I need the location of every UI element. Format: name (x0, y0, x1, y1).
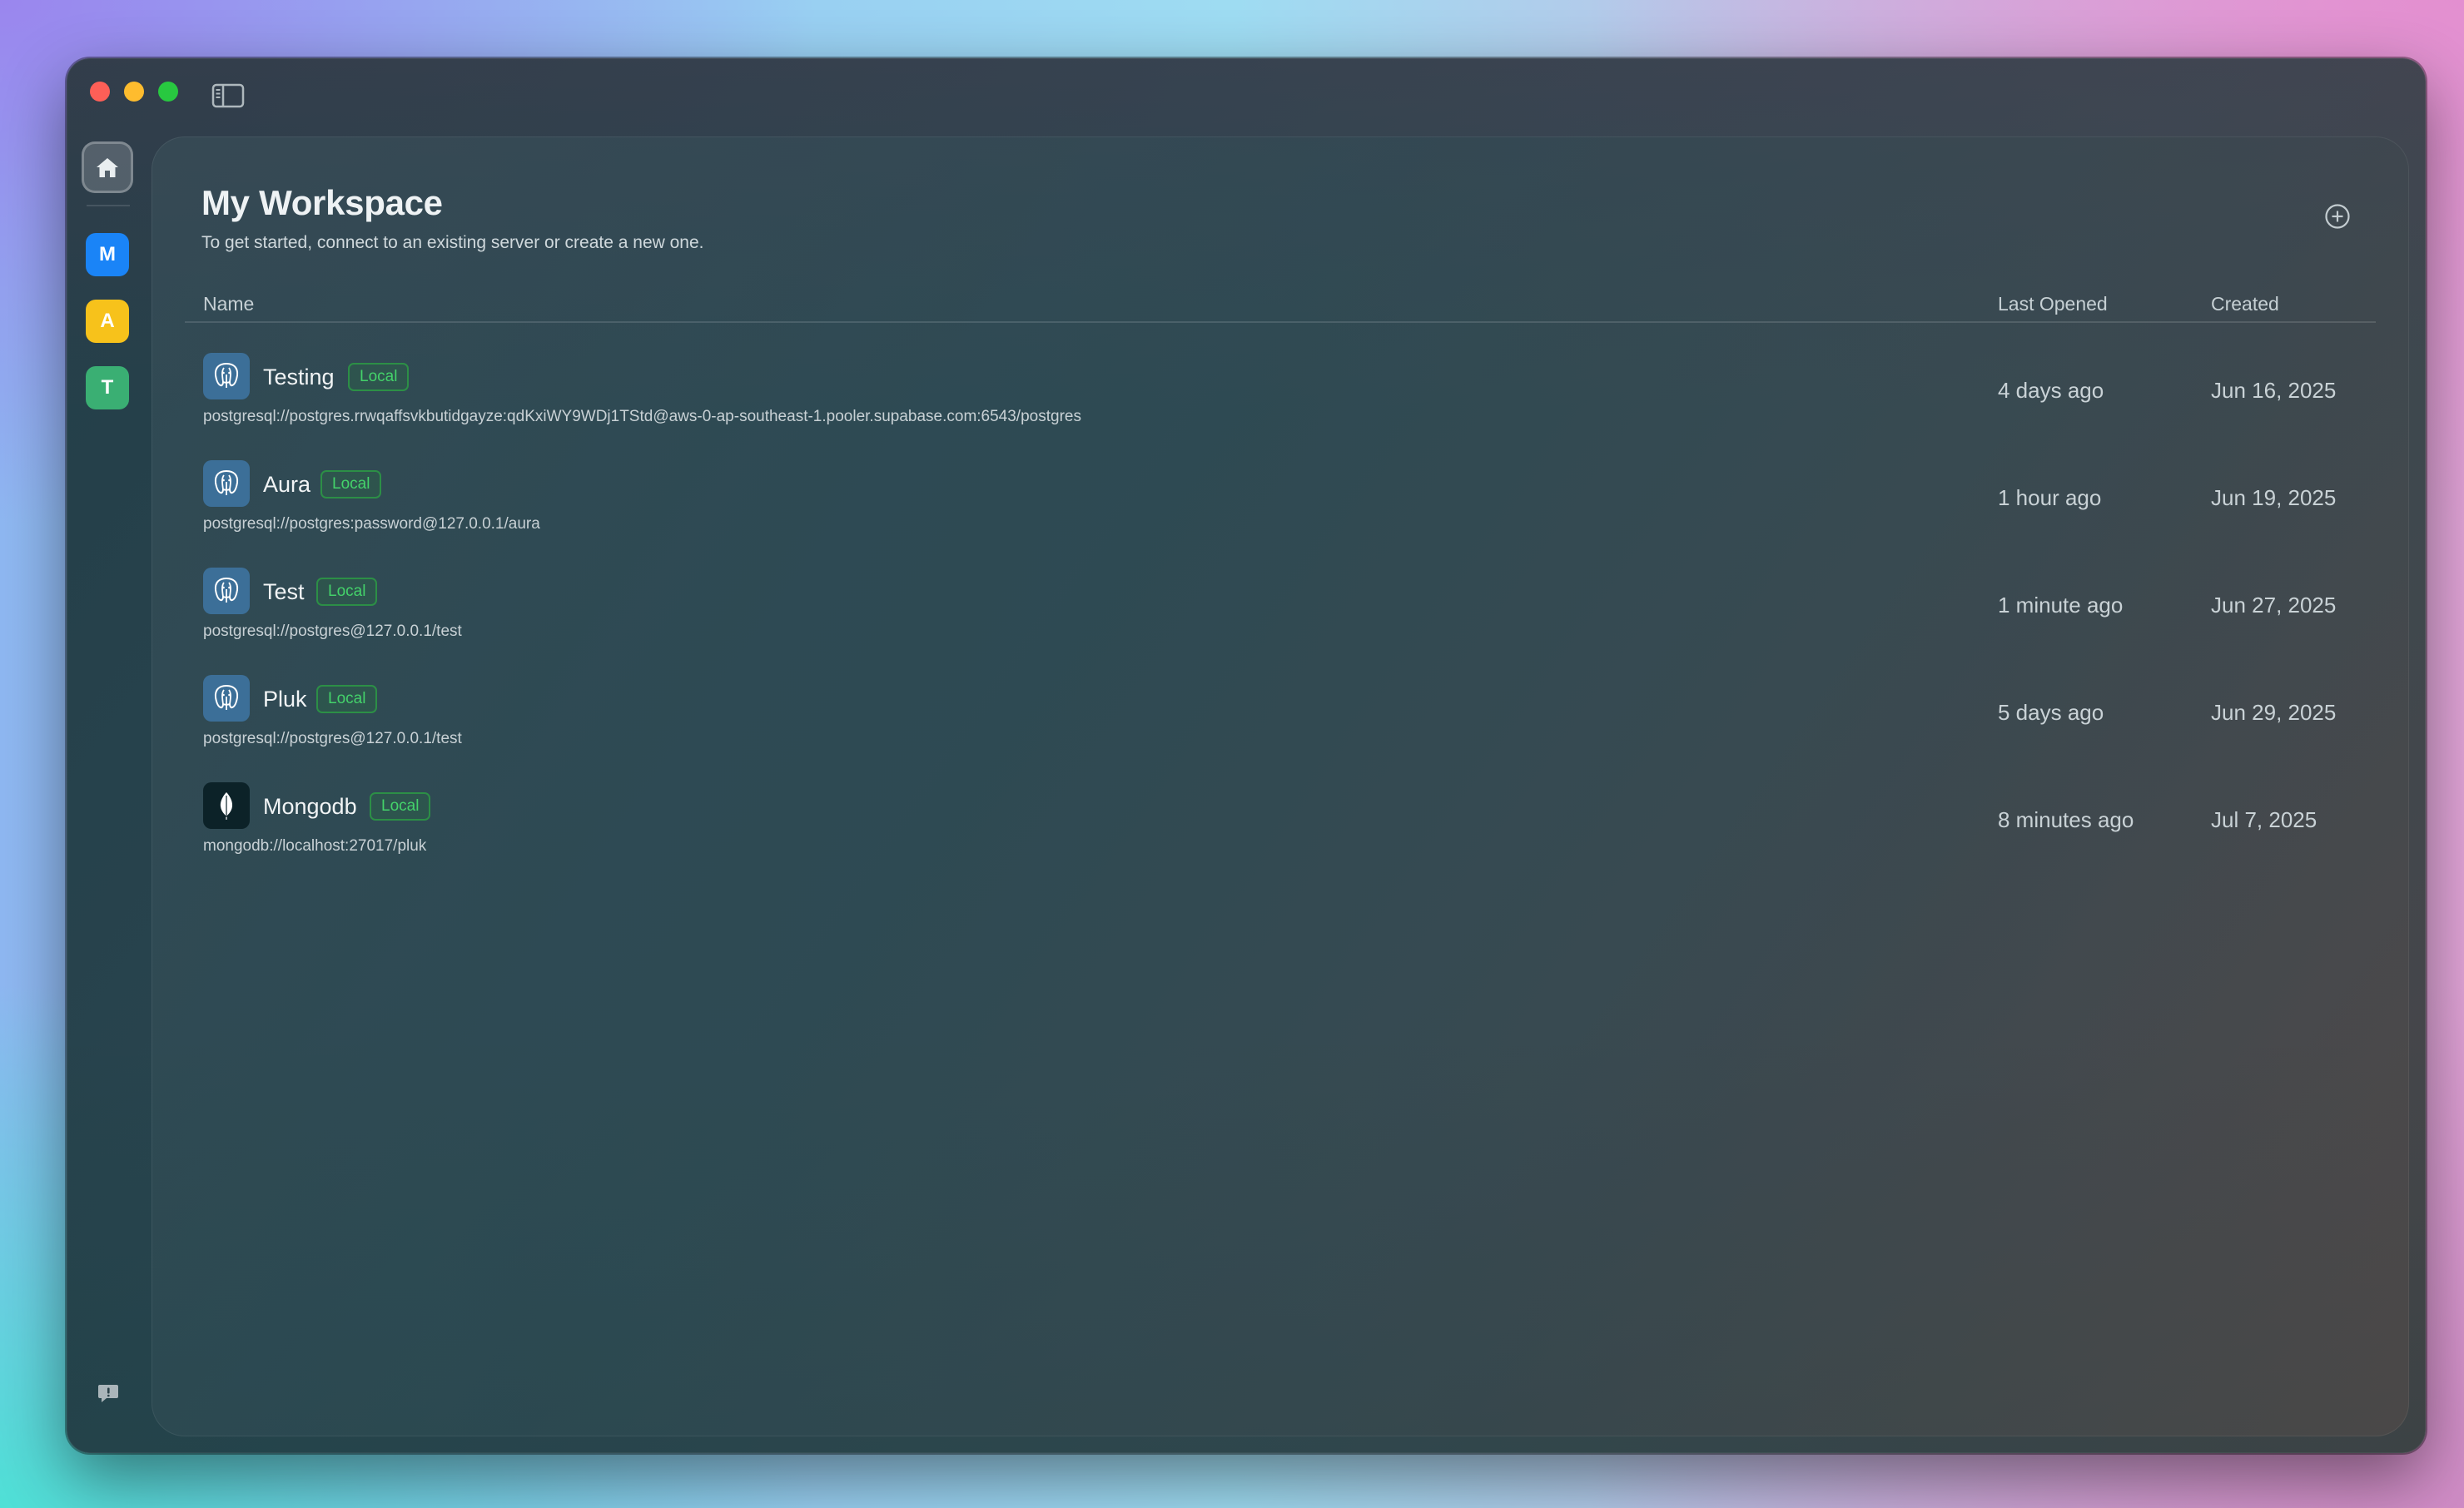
connection-url: mongodb://localhost:27017/pluk (203, 837, 427, 855)
connection-row-mongodb[interactable]: Mongodb Local mongodb://localhost:27017/… (185, 782, 2376, 890)
last-opened-value: 8 minutes ago (1998, 807, 2134, 832)
add-connection-button[interactable] (2324, 203, 2351, 230)
maximize-window-button[interactable] (158, 82, 178, 102)
workspace-rail: M A T (80, 141, 137, 1453)
connection-url: postgresql://postgres.rrwqaffsvkbutidgay… (203, 408, 1081, 425)
workspace-panel: My Workspace To get started, connect to … (152, 136, 2409, 1436)
connection-url: postgresql://postgres@127.0.0.1/test (203, 730, 462, 747)
created-value: Jun 29, 2025 (2211, 700, 2337, 725)
local-badge: Local (316, 685, 378, 713)
postgresql-icon (203, 353, 250, 399)
last-opened-value: 5 days ago (1998, 700, 2104, 725)
home-icon (97, 158, 118, 177)
created-value: Jul 7, 2025 (2211, 807, 2317, 832)
postgresql-icon (203, 568, 250, 614)
column-header-last-opened[interactable]: Last Opened (1998, 293, 2108, 315)
page-subtitle: To get started, connect to an existing s… (201, 233, 704, 252)
created-value: Jun 16, 2025 (2211, 378, 2337, 403)
connection-url: postgresql://postgres@127.0.0.1/test (203, 623, 462, 640)
connection-name: Mongodb (263, 794, 357, 819)
workspace-avatar-t[interactable]: T (86, 366, 129, 409)
last-opened-value: 4 days ago (1998, 378, 2104, 403)
rail-divider (87, 205, 130, 206)
connection-name: Aura (263, 472, 311, 497)
postgresql-icon (203, 460, 250, 507)
connection-row-pluk[interactable]: Pluk Local postgresql://postgres@127.0.0… (185, 675, 2376, 782)
connection-url: postgresql://postgres:password@127.0.0.1… (203, 515, 540, 533)
created-value: Jun 19, 2025 (2211, 485, 2337, 510)
local-badge: Local (348, 363, 410, 391)
connection-name: Pluk (263, 687, 307, 712)
local-badge: Local (320, 470, 382, 499)
connection-row-test[interactable]: Test Local postgresql://postgres@127.0.0… (185, 568, 2376, 675)
app-window: M A T My Workspace To get started, conne… (67, 58, 2426, 1453)
workspace-avatar-m[interactable]: M (86, 233, 129, 276)
close-window-button[interactable] (90, 82, 110, 102)
window-controls (90, 82, 178, 102)
minimize-window-button[interactable] (124, 82, 144, 102)
column-header-name[interactable]: Name (203, 293, 254, 315)
connection-name: Testing (263, 365, 335, 389)
table-header: Name Last Opened Created (185, 286, 2376, 323)
feedback-icon[interactable] (97, 1382, 120, 1405)
connection-row-aura[interactable]: Aura Local postgresql://postgres:passwor… (185, 460, 2376, 568)
last-opened-value: 1 hour ago (1998, 485, 2102, 510)
sidebar-toggle-icon[interactable] (211, 83, 245, 108)
workspace-avatar-a[interactable]: A (86, 300, 129, 343)
local-badge: Local (370, 792, 431, 821)
mongodb-icon (203, 782, 250, 829)
created-value: Jun 27, 2025 (2211, 593, 2337, 618)
local-badge: Local (316, 578, 378, 606)
postgresql-icon (203, 675, 250, 722)
connection-name: Test (263, 579, 305, 604)
home-button[interactable] (82, 141, 133, 193)
page-title: My Workspace (201, 183, 443, 222)
connection-row-testing[interactable]: Testing Local postgresql://postgres.rrwq… (185, 353, 2376, 460)
plus-circle-icon (2325, 204, 2350, 229)
column-header-created[interactable]: Created (2211, 293, 2279, 315)
last-opened-value: 1 minute ago (1998, 593, 2124, 618)
